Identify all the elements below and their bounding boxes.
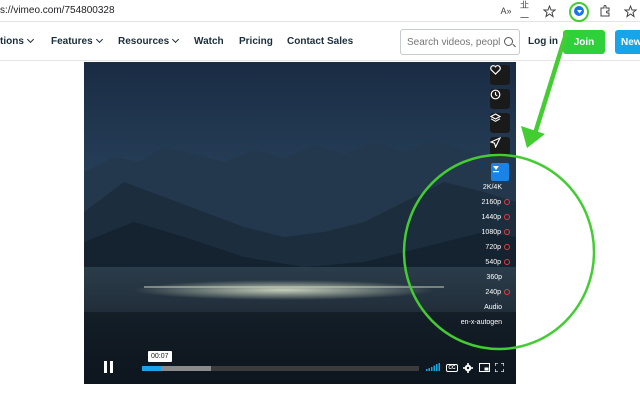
nav-label: tions: [0, 36, 24, 47]
nav-label: Pricing: [239, 36, 273, 47]
nav-item-watch[interactable]: Watch: [194, 36, 224, 47]
join-button[interactable]: Join: [563, 30, 605, 54]
nav-label: Features: [51, 36, 93, 47]
player-controls: 00:07 CC: [84, 351, 516, 384]
quality-marker-icon: [504, 214, 510, 220]
quality-marker-icon: [504, 199, 510, 205]
pip-icon[interactable]: [479, 363, 490, 373]
cc-icon[interactable]: CC: [446, 363, 458, 373]
quality-option[interactable]: 1080p: [482, 229, 510, 236]
search-input[interactable]: [407, 35, 503, 50]
nav-item-resources[interactable]: Resources: [118, 35, 180, 47]
site-navigation: tions Features Resources Watch Pricing C…: [0, 23, 640, 61]
quality-option-label: 720p: [485, 244, 501, 251]
browser-address-bar: s://vimeo.com/754800328 A» 㐀一: [0, 0, 640, 23]
quality-option[interactable]: 2K/4K: [483, 184, 502, 191]
login-link[interactable]: Log in: [528, 36, 558, 47]
current-time-tooltip: 00:07: [148, 351, 172, 362]
read-aloud-icon[interactable]: A»: [498, 3, 514, 19]
video-frame[interactable]: 2K/4K 2160p 1440p 1080p 720p 540p 360p 240p Audi…: [84, 62, 516, 384]
progress-bar[interactable]: [142, 366, 419, 371]
quality-option-label: 240p: [485, 289, 501, 296]
nav-label: Resources: [118, 36, 170, 47]
quality-option-label: 2160p: [481, 199, 501, 206]
player-stage: 2K/4K 2160p 1440p 1080p 720p 540p 360p 240p Audi…: [0, 62, 640, 400]
quality-marker-icon: [504, 259, 510, 265]
quality-option-label: 360p: [486, 274, 502, 281]
new-video-button[interactable]: New: [615, 30, 640, 54]
pause-button[interactable]: [104, 361, 114, 373]
quality-option[interactable]: Audio: [484, 304, 502, 311]
quality-marker-icon: [504, 289, 510, 295]
nav-item-features[interactable]: Features: [51, 35, 103, 47]
search-box[interactable]: [400, 29, 520, 55]
pause-bar: [104, 361, 107, 373]
quality-option-label: 1080p: [481, 229, 501, 236]
played-fill: [142, 366, 162, 371]
quality-option[interactable]: 360p: [486, 274, 502, 281]
read-aloud-glyph: A»: [500, 6, 512, 16]
chevron-down-icon: [172, 35, 180, 44]
cc-label: CC: [446, 364, 458, 372]
favorites-icon[interactable]: [622, 3, 638, 19]
nav-label: Contact Sales: [287, 36, 354, 47]
extension-download-icon[interactable]: [574, 6, 584, 16]
quality-marker-icon: [504, 244, 510, 250]
search-icon[interactable]: [504, 37, 513, 46]
nav-item-pricing[interactable]: Pricing: [239, 36, 273, 47]
immersive-reader-glyph: 㐀一: [520, 0, 530, 23]
quality-option[interactable]: 2160p: [482, 199, 510, 206]
quality-option[interactable]: 720p: [485, 244, 510, 251]
quality-menu: 2K/4K 2160p 1440p 1080p 720p 540p 360p 240p Audi…: [84, 62, 512, 384]
nav-label: Watch: [194, 36, 224, 47]
quality-option[interactable]: 1440p: [482, 214, 510, 221]
quality-option-label: en-x-autogen: [460, 319, 502, 326]
settings-icon[interactable]: [463, 363, 473, 373]
nav-item-solutions[interactable]: tions: [0, 35, 34, 47]
quality-option[interactable]: en-x-autogen: [461, 319, 502, 326]
quality-marker-icon: [504, 229, 510, 235]
add-favorite-icon[interactable]: [541, 3, 557, 19]
url-field[interactable]: s://vimeo.com/754800328: [0, 5, 115, 16]
quality-option[interactable]: 540p: [485, 259, 510, 266]
pause-bar: [110, 361, 113, 373]
quality-option[interactable]: 240p: [485, 289, 510, 296]
nav-item-contact-sales[interactable]: Contact Sales: [287, 36, 353, 47]
quality-option-label: 540p: [485, 259, 501, 266]
fullscreen-icon[interactable]: [495, 363, 504, 373]
extensions-icon[interactable]: [597, 3, 613, 19]
chevron-down-icon: [95, 35, 103, 44]
immersive-reader-icon[interactable]: 㐀一: [520, 0, 536, 23]
chevron-down-icon: [26, 35, 34, 44]
volume-icon[interactable]: [426, 363, 440, 373]
quality-option-label: 1440p: [481, 214, 501, 221]
quality-option-label: Audio: [484, 304, 502, 311]
quality-option-label: 2K/4K: [482, 184, 502, 191]
